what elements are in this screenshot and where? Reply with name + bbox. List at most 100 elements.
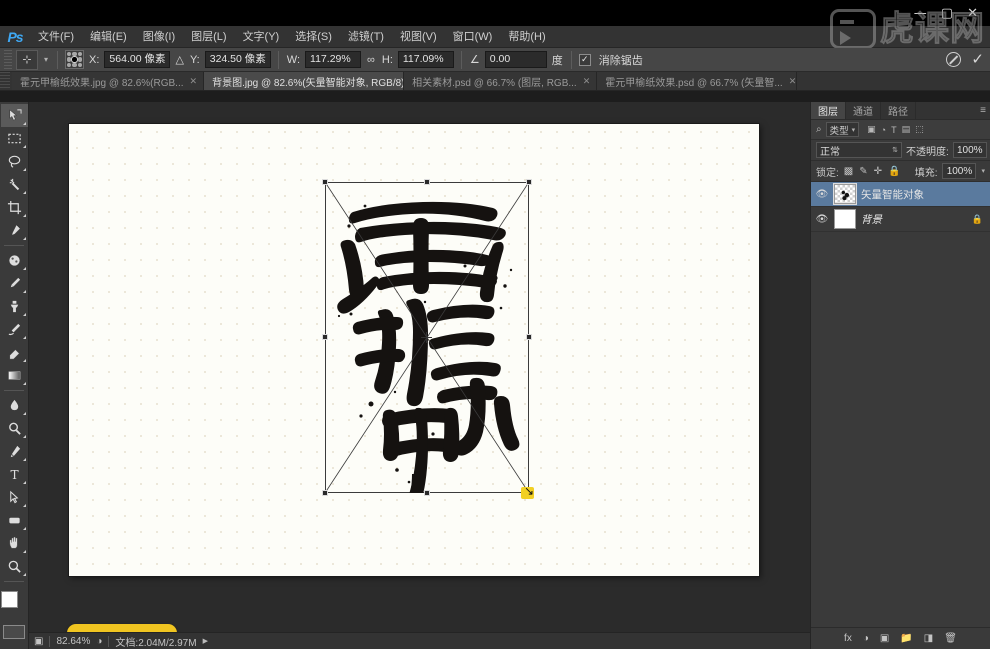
screen-mode-icon[interactable]: ▣ <box>34 636 43 647</box>
link-layers-icon[interactable]: fx <box>844 633 852 644</box>
transform-handle-middle-left[interactable] <box>322 334 328 340</box>
transform-handle-bottom-center[interactable] <box>424 490 430 496</box>
tool-flyout-indicator[interactable] <box>22 412 26 415</box>
healing-brush-tool[interactable] <box>1 249 28 272</box>
free-transform-box[interactable]: ↘ <box>322 179 534 499</box>
document-tab-2[interactable]: 背景图.jpg @ 82.6%(矢量智能对象, RGB/8) ✕ <box>204 72 405 90</box>
marquee-tool[interactable] <box>1 127 28 150</box>
layer-thumbnail[interactable] <box>833 183 857 205</box>
tool-flyout-indicator[interactable] <box>22 313 26 316</box>
ref-dot-center[interactable] <box>71 56 78 63</box>
filter-type-icon[interactable]: T <box>891 125 897 135</box>
options-bar-grip[interactable] <box>4 49 12 70</box>
tool-flyout-indicator[interactable] <box>22 504 26 507</box>
type-tool[interactable]: T <box>1 463 28 486</box>
tab-layers[interactable]: 图层 <box>811 102 846 119</box>
path-selection-tool[interactable] <box>1 486 28 509</box>
tool-flyout-indicator[interactable] <box>22 382 26 385</box>
dodge-tool[interactable] <box>1 417 28 440</box>
height-input[interactable]: 117.09% <box>397 51 454 68</box>
tool-flyout-indicator[interactable] <box>22 527 26 530</box>
menu-type[interactable]: 文字(Y) <box>235 26 288 48</box>
status-menu-arrow-icon[interactable]: ▶ <box>203 637 208 645</box>
menu-filter[interactable]: 滤镜(T) <box>340 26 392 48</box>
menu-view[interactable]: 视图(V) <box>392 26 445 48</box>
fill-chevron-icon[interactable]: ▾ <box>981 167 985 175</box>
ref-dot[interactable] <box>77 57 83 62</box>
filter-search-icon[interactable]: ⌕ <box>816 124 822 135</box>
menu-help[interactable]: 帮助(H) <box>500 26 553 48</box>
tool-flyout-indicator[interactable] <box>22 191 26 194</box>
eye-icon[interactable]: 👁 <box>815 189 829 200</box>
ref-dot[interactable] <box>67 57 72 62</box>
brush-tool[interactable] <box>1 272 28 295</box>
magic-wand-tool[interactable] <box>1 173 28 196</box>
transform-handle-bottom-left[interactable] <box>322 490 328 496</box>
delta-icon[interactable]: △ <box>174 53 184 66</box>
blend-mode-select[interactable]: 正常 ⇅ <box>816 142 902 158</box>
ref-dot[interactable] <box>72 52 77 57</box>
maximize-button[interactable]: ▢ <box>941 7 953 20</box>
crop-tool[interactable] <box>1 196 28 219</box>
minimize-button[interactable]: — <box>914 7 927 20</box>
new-layer-icon[interactable]: ◨ <box>924 633 933 644</box>
tool-flyout-indicator[interactable] <box>22 214 26 217</box>
antialias-checkbox[interactable]: ✓ <box>578 53 591 66</box>
quick-mask-toggle[interactable] <box>3 625 25 639</box>
eyedropper-tool[interactable] <box>1 219 28 242</box>
tool-flyout-indicator[interactable] <box>22 481 26 484</box>
tool-flyout-indicator[interactable] <box>22 550 26 553</box>
move-tool[interactable] <box>0 104 28 127</box>
eye-icon[interactable]: 👁 <box>815 214 829 225</box>
canvas-area[interactable]: ↘ Shift+Alt <box>29 102 810 632</box>
y-position-input[interactable]: 324.50 像素 <box>204 51 271 68</box>
reference-point-selector[interactable] <box>65 50 85 69</box>
cancel-transform-button[interactable] <box>946 52 962 67</box>
document-tab-1[interactable]: 霍元甲榆纸效果.jpg @ 82.6%(RGB... ✕ <box>12 72 205 90</box>
tool-flyout-indicator[interactable] <box>22 458 26 461</box>
ref-dot[interactable] <box>67 52 72 57</box>
commit-transform-button[interactable]: ✓ <box>971 52 984 67</box>
tool-preset-chevron-icon[interactable]: ▾ <box>42 55 50 64</box>
filter-shape-icon[interactable]: ▤ <box>902 124 911 135</box>
active-tool-icon[interactable]: ⊹ <box>16 49 38 70</box>
width-input[interactable]: 117.29% <box>305 51 362 68</box>
zoom-tool[interactable] <box>1 555 28 578</box>
layer-name[interactable]: 矢量智能对象 <box>861 187 986 202</box>
transform-reference-point[interactable] <box>421 332 432 343</box>
zoom-level[interactable]: 82.64% <box>56 636 90 647</box>
tool-flyout-indicator[interactable] <box>22 290 26 293</box>
tab-close-icon[interactable]: ✕ <box>583 76 591 87</box>
tool-flyout-indicator[interactable] <box>22 435 26 438</box>
tab-bar-grip[interactable] <box>0 72 10 90</box>
foreground-color-swatch[interactable] <box>1 591 18 608</box>
ref-dot[interactable] <box>77 52 83 57</box>
filter-smart-object-icon[interactable]: ⬚ <box>915 124 924 135</box>
ref-dot[interactable] <box>72 62 77 67</box>
tool-flyout-indicator[interactable] <box>22 573 26 576</box>
tool-flyout-indicator[interactable] <box>22 122 26 125</box>
x-position-input[interactable]: 564.00 像素 <box>104 51 171 68</box>
menu-layer[interactable]: 图层(L) <box>183 26 234 48</box>
tool-flyout-indicator[interactable] <box>22 145 26 148</box>
menu-edit[interactable]: 编辑(E) <box>82 26 135 48</box>
layer-style-icon[interactable]: ◑ <box>863 633 869 644</box>
history-brush-tool[interactable] <box>1 318 28 341</box>
hand-tool[interactable] <box>1 532 28 555</box>
ref-dot[interactable] <box>77 62 83 67</box>
transform-handle-top-left[interactable] <box>322 179 328 185</box>
lock-position-icon[interactable]: ✛ <box>874 166 882 177</box>
panel-menu-icon[interactable]: ≡ <box>980 105 986 116</box>
tool-flyout-indicator[interactable] <box>22 359 26 362</box>
color-swatches[interactable] <box>1 591 27 617</box>
chevron-down-icon[interactable]: ▾ <box>852 126 856 134</box>
layer-row-smart-object[interactable]: 👁 矢量智能对象 <box>811 182 990 207</box>
blur-tool[interactable] <box>1 394 28 417</box>
menu-image[interactable]: 图像(I) <box>135 26 183 48</box>
shape-tool[interactable] <box>1 509 28 532</box>
tool-flyout-indicator[interactable] <box>22 267 26 270</box>
document-canvas[interactable]: ↘ <box>69 124 759 576</box>
tool-flyout-indicator[interactable] <box>22 237 26 240</box>
eraser-tool[interactable] <box>1 341 28 364</box>
clone-stamp-tool[interactable] <box>1 295 28 318</box>
